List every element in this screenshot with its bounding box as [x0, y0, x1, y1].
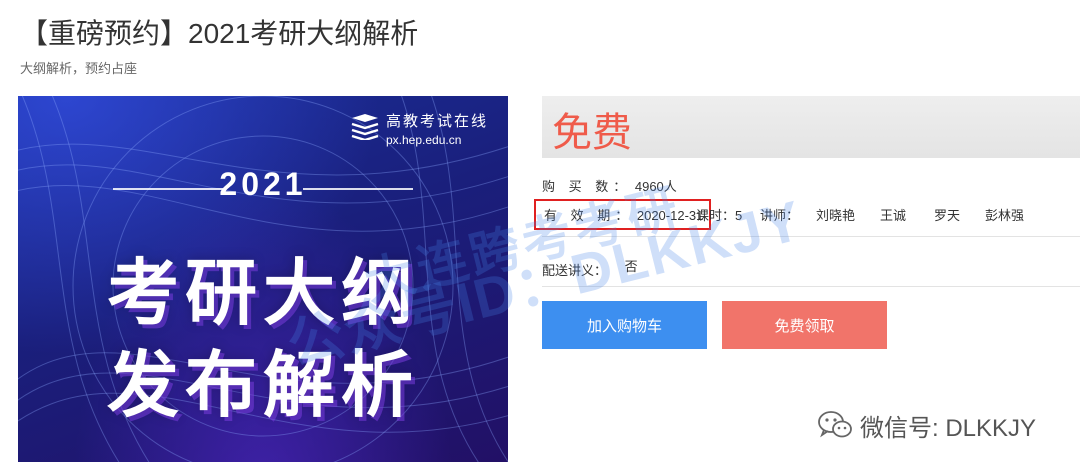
divider	[542, 286, 1080, 287]
banner-headline-2: 发布解析	[106, 346, 419, 426]
lecturer-item[interactable]: 王诚	[880, 205, 906, 224]
shipping-row: 配送讲义： 否	[542, 259, 638, 279]
hours-value: 5	[735, 208, 743, 223]
course-banner: 高教考试在线 px.hep.edu.cn 2021 考研大纲 发布解析	[18, 96, 508, 462]
validity-highlight: 有 效 期： 2020-12-31	[534, 199, 712, 230]
buy-count-label: 购 买 数：	[542, 179, 632, 194]
wechat-icon	[818, 411, 852, 438]
book-icon	[351, 114, 379, 140]
hours: 课时：5	[696, 205, 742, 224]
price-label: 免费	[552, 111, 632, 155]
shipping-label: 配送讲义：	[542, 263, 608, 278]
banner-year: 2021	[219, 166, 307, 202]
validity-label: 有 效 期：	[544, 208, 634, 223]
add-to-cart-button[interactable]: 加入购物车	[542, 301, 707, 349]
lecturer-label: 讲师：	[760, 208, 800, 223]
hours-label: 课时：	[696, 208, 736, 223]
validity-date: 2020-12-31	[636, 208, 704, 223]
logo-chinese: 高教考试在线	[385, 112, 488, 130]
publisher-logo: 高教考试在线 px.hep.edu.cn	[351, 110, 488, 147]
lecturer-item[interactable]: 罗天	[934, 205, 960, 224]
page-subtitle: 大纲解析，预约占座	[20, 61, 138, 76]
wechat-id: 微信号: DLKKJY	[860, 414, 1037, 442]
shipping-value: 否	[624, 259, 638, 274]
get-free-button[interactable]: 免费领取	[722, 301, 887, 349]
banner-headline-1: 考研大纲	[106, 254, 419, 334]
buy-count-value: 4960人	[634, 179, 677, 194]
lecturer-item[interactable]: 刘晓艳	[816, 205, 855, 224]
wechat-footer: 微信号: DLKKJY	[818, 408, 1036, 442]
logo-url: px.hep.edu.cn	[385, 133, 462, 147]
lecturer-item[interactable]: 彭林强	[985, 205, 1024, 224]
buy-count-row: 购 买 数： 4960人	[542, 176, 677, 195]
divider	[542, 236, 1080, 237]
page-title: 【重磅预约】2021考研大纲解析	[20, 18, 419, 49]
